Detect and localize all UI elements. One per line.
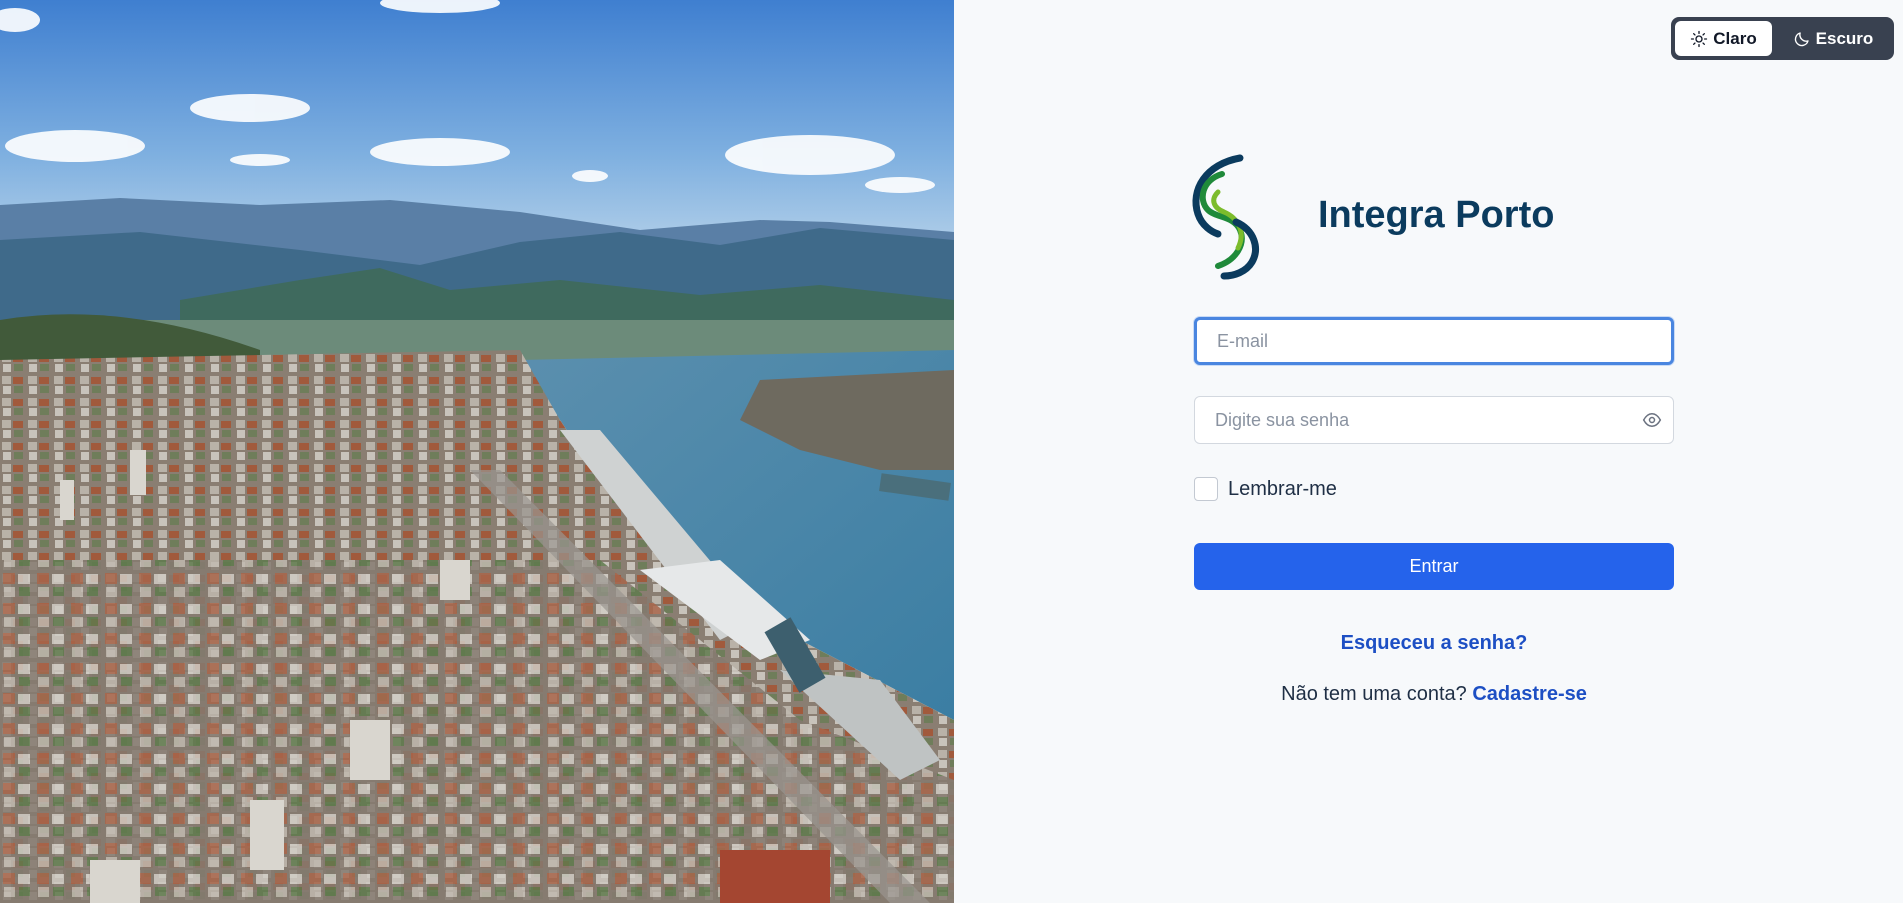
email-input[interactable] — [1194, 317, 1674, 365]
login-button[interactable]: Entrar — [1194, 543, 1674, 590]
remember-me-checkbox[interactable] — [1194, 477, 1218, 501]
signup-link[interactable]: Cadastre-se — [1472, 683, 1587, 705]
password-input[interactable] — [1194, 396, 1674, 444]
login-panel — [954, 0, 1903, 903]
eye-icon[interactable] — [1642, 410, 1662, 430]
port-aerial-photo — [0, 0, 954, 903]
integra-porto-logo — [1192, 154, 1259, 280]
password-field-wrapper — [1194, 396, 1674, 444]
theme-toggle: Claro Escuro — [1671, 17, 1894, 60]
signup-prompt: Não tem uma conta? — [1281, 683, 1467, 705]
dark-theme-button[interactable]: Escuro — [1776, 21, 1890, 56]
remember-me-label[interactable]: Lembrar-me — [1228, 478, 1337, 501]
forgot-password-link[interactable]: Esqueceu a senha? — [1194, 632, 1674, 655]
light-theme-button[interactable]: Claro — [1675, 21, 1772, 56]
remember-me-row: Lembrar-me — [1194, 476, 1337, 502]
dark-theme-label: Escuro — [1815, 28, 1874, 48]
light-theme-label: Claro — [1713, 28, 1757, 48]
signup-line: Não tem uma conta? Cadastre-se — [1194, 683, 1674, 706]
app-title: Integra Porto — [1318, 194, 1555, 236]
moon-icon — [1794, 31, 1809, 46]
sun-icon — [1691, 30, 1708, 47]
